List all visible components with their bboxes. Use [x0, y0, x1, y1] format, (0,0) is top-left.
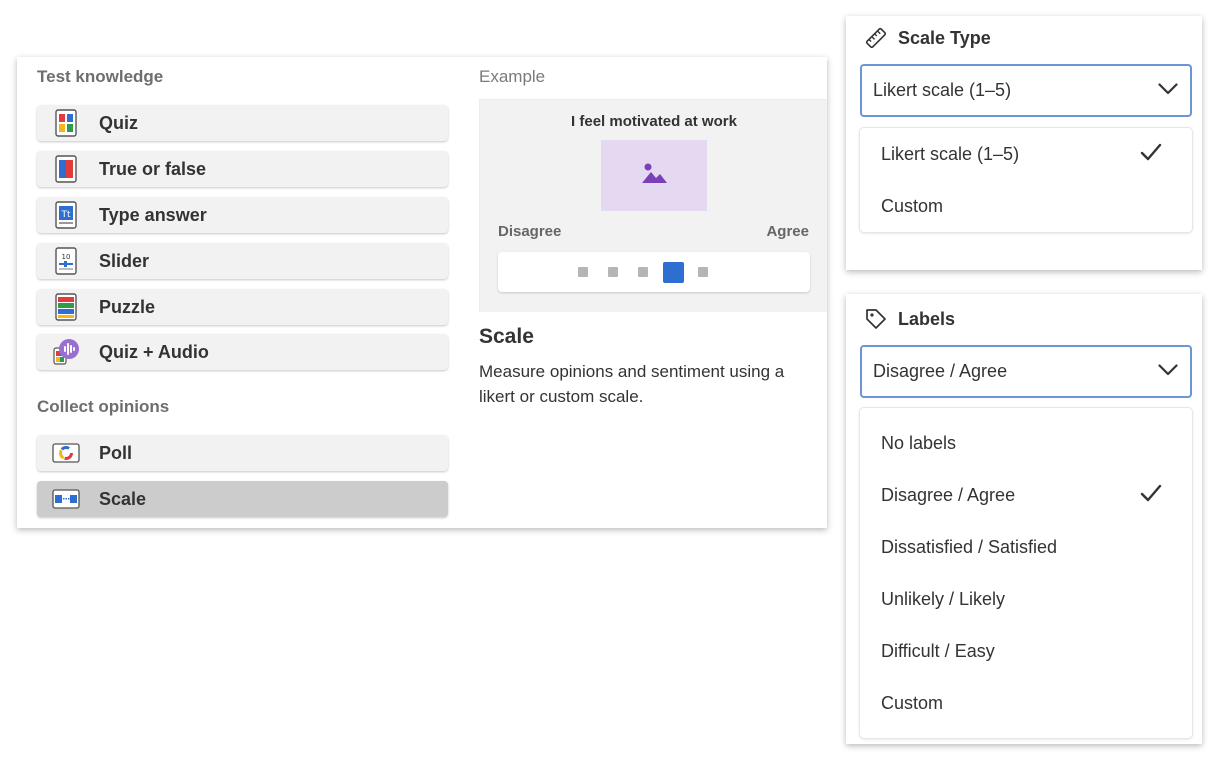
chevron-down-icon: [1158, 82, 1178, 100]
description-title: Scale: [479, 325, 534, 348]
scale-type-header: Scale Type: [864, 26, 991, 50]
labels-select[interactable]: Disagree / Agree: [860, 345, 1192, 398]
type-item-label: True or false: [99, 158, 207, 179]
option-label: Disagree / Agree: [881, 484, 1016, 505]
example-scale-bar: [498, 252, 810, 292]
description-text: Measure opinions and sentiment using a l…: [479, 362, 785, 406]
option-label: Custom: [881, 195, 944, 216]
option-label: No labels: [881, 432, 957, 453]
labels-options: No labels Disagree / Agree Dissatisfied …: [860, 408, 1192, 738]
type-item-label: Type answer: [99, 204, 207, 225]
svg-text:Tt: Tt: [60, 210, 70, 220]
type-answer-icon: Tt: [51, 200, 81, 230]
quiz-icon: [51, 108, 81, 138]
type-item-label: Poll: [99, 442, 133, 463]
scale-type-select[interactable]: Likert scale (1–5): [860, 64, 1192, 117]
scale-type-title: Scale Type: [898, 27, 991, 48]
type-item-poll[interactable]: Poll: [37, 435, 448, 471]
type-item-slider[interactable]: 10 Slider: [37, 243, 448, 279]
type-item-scale[interactable]: Scale: [37, 481, 448, 517]
scale-type-option-custom[interactable]: Custom: [860, 180, 1192, 232]
ruler-icon: [864, 26, 888, 50]
example-right-label: Agree: [766, 223, 809, 240]
type-item-quiz[interactable]: Quiz: [37, 105, 448, 141]
labels-option-difficult-easy[interactable]: Difficult / Easy: [860, 625, 1192, 677]
scale-point-1: [578, 267, 588, 277]
labels-header: Labels: [864, 307, 955, 331]
scale-point-2: [608, 267, 618, 277]
labels-option-dissatisfied-satisfied[interactable]: Dissatisfied / Satisfied: [860, 521, 1192, 573]
option-label: Likert scale (1–5): [881, 143, 1020, 164]
tag-icon: [864, 307, 888, 331]
type-item-type-answer[interactable]: Tt Type answer: [37, 197, 448, 233]
option-label: Unlikely / Likely: [881, 588, 1006, 609]
labels-option-no-labels[interactable]: No labels: [860, 417, 1192, 469]
example-question: I feel motivated at work: [571, 113, 737, 130]
collect-opinions-heading: Collect opinions: [37, 397, 170, 416]
labels-selected-value: Disagree / Agree: [873, 361, 1008, 381]
labels-option-unlikely-likely[interactable]: Unlikely / Likely: [860, 573, 1192, 625]
labels-option-custom[interactable]: Custom: [860, 677, 1192, 729]
chevron-down-icon: [1158, 363, 1178, 381]
type-item-label: Slider: [99, 250, 150, 271]
example-label: Example: [479, 67, 546, 86]
labels-panel: Labels Disagree / Agree No labels Disagr…: [846, 294, 1202, 744]
scale-type-options: Likert scale (1–5) Custom: [860, 128, 1192, 232]
check-icon: [1140, 142, 1162, 167]
true-false-icon: [51, 154, 81, 184]
puzzle-icon: [51, 292, 81, 322]
scale-type-option-likert[interactable]: Likert scale (1–5): [860, 128, 1192, 180]
example-preview: I feel motivated at work Disagree Agree: [479, 99, 827, 312]
type-item-label: Quiz + Audio: [99, 341, 209, 362]
scale-type-selected-value: Likert scale (1–5): [873, 80, 1012, 100]
test-knowledge-heading: Test knowledge: [37, 67, 164, 86]
labels-option-disagree-agree[interactable]: Disagree / Agree: [860, 469, 1192, 521]
poll-icon: [51, 438, 81, 468]
scale-type-panel: Scale Type Likert scale (1–5) Likert sca…: [846, 16, 1202, 270]
type-item-puzzle[interactable]: Puzzle: [37, 289, 448, 325]
image-icon: [640, 161, 668, 190]
scale-icon: [51, 484, 81, 514]
image-placeholder: [601, 140, 707, 211]
type-item-label: Scale: [99, 488, 147, 509]
type-item-true-or-false[interactable]: True or false: [37, 151, 448, 187]
option-label: Dissatisfied / Satisfied: [881, 536, 1058, 557]
type-item-label: Quiz: [99, 112, 138, 133]
type-item-label: Puzzle: [99, 296, 156, 317]
example-left-label: Disagree: [498, 223, 562, 240]
option-label: Difficult / Easy: [881, 640, 995, 661]
quiz-audio-icon: [51, 337, 81, 367]
labels-title: Labels: [898, 308, 956, 329]
svg-text:10: 10: [62, 253, 71, 261]
check-icon: [1140, 483, 1162, 508]
scale-point-3: [638, 267, 648, 277]
scale-point-5: [698, 267, 708, 277]
option-label: Custom: [881, 692, 944, 713]
scale-point-4: [662, 262, 684, 283]
type-item-quiz-audio[interactable]: Quiz + Audio: [37, 334, 448, 370]
question-type-panel: Test knowledge Quiz True or false Tt Typ…: [17, 57, 827, 528]
slider-icon: 10: [51, 246, 81, 276]
